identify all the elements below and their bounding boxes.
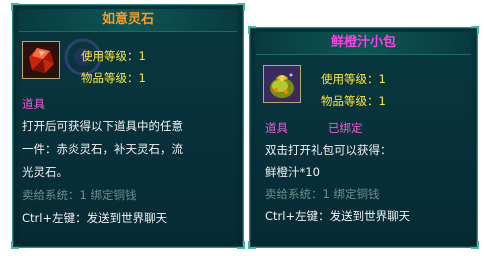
- item-level: 物品等级：1: [321, 94, 386, 108]
- corner-ornament: [237, 3, 245, 11]
- corner-ornament: [248, 241, 256, 249]
- ctrl-click-hint: Ctrl+左键：发送到世界聊天: [265, 209, 411, 223]
- item-tooltip-ruyi-lingshi: 如意灵石 使用等级：1 物品等级：1 道具 打开后可获得以下道具中的任意 一件：…: [11, 3, 245, 249]
- item-tooltip-xiancheng-zhi: 鲜橙汁小包 使用等级：1 物品等级：1 道具 已绑定 双击打开礼包可以获得： 鲜…: [248, 26, 479, 249]
- corner-ornament: [237, 241, 245, 249]
- item-title: 如意灵石: [19, 9, 237, 32]
- use-level: 使用等级：1: [81, 49, 146, 63]
- description-line: 打开后可获得以下道具中的任意: [22, 119, 183, 133]
- ctrl-click-hint: Ctrl+左键：发送到世界聊天: [22, 211, 168, 225]
- corner-ornament: [471, 241, 479, 249]
- description-line: 鲜橙汁*10: [265, 165, 320, 179]
- item-category: 道具: [265, 121, 288, 135]
- item-icon-frame[interactable]: [263, 65, 301, 103]
- corner-ornament: [11, 3, 19, 11]
- bound-status: 已绑定: [328, 121, 363, 135]
- corner-ornament: [248, 26, 256, 34]
- description-line: 光灵石。: [22, 165, 68, 179]
- corner-ornament: [11, 241, 19, 249]
- gift-bag-icon: [264, 66, 300, 102]
- red-gem-icon: [23, 42, 59, 78]
- description-line: 双击打开礼包可以获得：: [265, 143, 392, 157]
- item-level: 物品等级：1: [81, 71, 146, 85]
- use-level: 使用等级：1: [321, 72, 386, 86]
- item-category: 道具: [22, 97, 45, 111]
- sell-price: 卖给系统：1 绑定铜钱: [265, 187, 380, 201]
- item-icon-frame[interactable]: [22, 41, 60, 79]
- sell-price: 卖给系统：1 绑定铜钱: [22, 188, 137, 202]
- corner-ornament: [471, 26, 479, 34]
- description-line: 一件：赤炎灵石，补天灵石，流: [22, 142, 183, 156]
- item-title: 鲜橙汁小包: [256, 32, 471, 55]
